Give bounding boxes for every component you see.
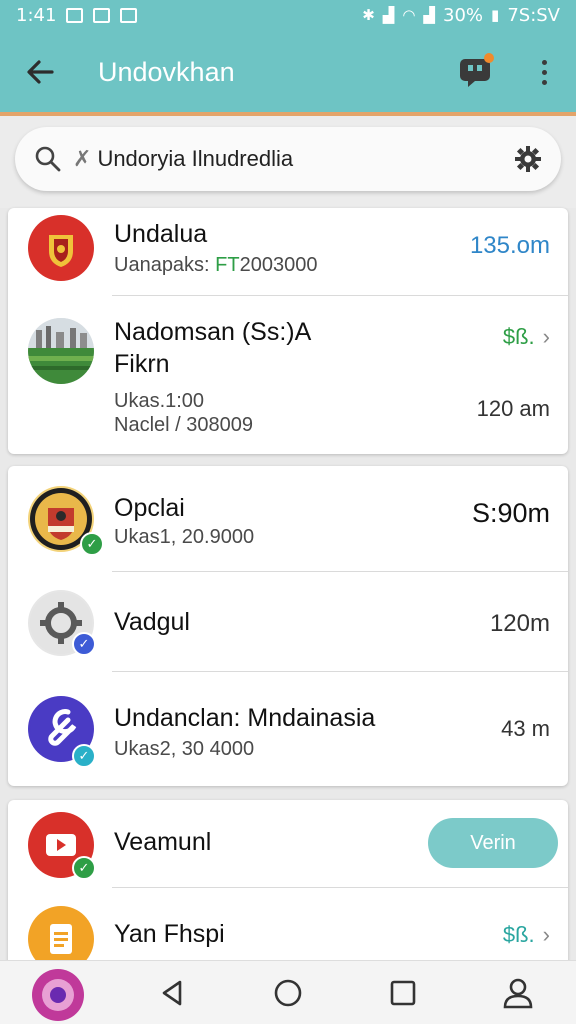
emblem-icon	[30, 217, 92, 279]
list-item[interactable]: ✓ Undanclan: Mndainasia Ukas2, 30 4000 4…	[8, 672, 568, 786]
results-card-1: Undalua Uanapaks: FT2003000 135.om Nadom…	[8, 208, 568, 454]
item-title: Veamunl	[114, 828, 212, 856]
item-title: Undalua	[114, 220, 208, 248]
status-time: 1:41	[16, 4, 57, 26]
view-button[interactable]: Verin	[428, 818, 558, 868]
item-value: S:90m	[471, 498, 550, 528]
app-launcher-button[interactable]	[28, 963, 88, 1023]
status-clock: 7S:SV	[507, 4, 560, 26]
verified-badge: ✓	[72, 744, 96, 768]
notification-dot	[484, 53, 494, 63]
nav-home-button[interactable]	[258, 963, 318, 1023]
search-input[interactable]: ✗ Undoryia Ilnudredlia	[73, 146, 293, 172]
nav-profile-button[interactable]	[488, 963, 548, 1023]
back-button[interactable]	[20, 52, 60, 92]
list-item[interactable]: ✓ Vadgul 120m	[8, 572, 568, 672]
status-bar: 1:41 ✱ ▟ ◠ ▟ 30% ▮ 7S:SV	[0, 0, 576, 30]
list-item[interactable]: ✓ Opclai Ukas1, 20.9000 S:90m	[8, 466, 568, 572]
list-item[interactable]: ✓ Veamunl Verin	[8, 800, 568, 888]
wifi-icon: ◠	[402, 6, 416, 24]
search-query: Undoryia Ilnudredlia	[97, 146, 294, 171]
item-price-tag: $ß. ›	[502, 922, 550, 947]
battery-level: 30%	[443, 4, 484, 26]
verified-badge: ✓	[72, 632, 96, 656]
back-icon	[162, 980, 182, 1005]
item-subtitle: Ukas2, 30 4000	[114, 738, 255, 760]
item-subtitle: Ukas.1:00	[114, 390, 205, 412]
list-item[interactable]: Nadomsan (Ss:)A Fikrn Ukas.1:00 Naclel /…	[8, 296, 568, 454]
item-subtitle: Uanapaks: FT2003000	[114, 254, 318, 276]
settings-icon[interactable]	[513, 144, 543, 174]
chevron-right-icon: ›	[542, 324, 550, 349]
nav-back-button[interactable]	[143, 963, 203, 1023]
item-title: Nadomsan (Ss:)A	[114, 318, 312, 346]
verified-badge: ✓	[72, 856, 96, 880]
search-area: ✗ Undoryia Ilnudredlia	[0, 116, 576, 208]
item-title: Opclai	[114, 494, 185, 522]
app-launcher-icon	[31, 968, 84, 1021]
list-item[interactable]: Yan Fhspi $ß. ›	[8, 888, 568, 970]
arrow-left-icon	[27, 60, 54, 84]
home-icon	[274, 979, 302, 1006]
cell-signal-icon: ▟	[423, 6, 436, 24]
item-subtitle: Ukas1, 20.9000	[114, 526, 255, 548]
item-title: Yan Fhspi	[114, 920, 225, 948]
bluetooth-icon: ✱	[362, 6, 375, 24]
signal-icon: ▟	[382, 6, 395, 24]
search-icon	[35, 146, 61, 172]
item-value: 43 m	[501, 716, 550, 741]
profile-icon	[504, 978, 533, 1008]
item-price-tag: $ß. ›	[502, 324, 550, 349]
notification-icon	[66, 7, 84, 23]
app-bar: Undovkhan	[0, 30, 576, 114]
list-item[interactable]: Undalua Uanapaks: FT2003000 135.om	[8, 208, 568, 296]
item-value: 120m	[489, 610, 550, 637]
avatar	[28, 215, 94, 281]
avatar	[28, 318, 94, 384]
item-subtitle-line2: Naclel / 308009	[114, 414, 253, 436]
search-box[interactable]: ✗ Undoryia Ilnudredlia	[15, 127, 561, 191]
chat-button[interactable]	[458, 53, 494, 89]
more-options-button[interactable]	[532, 55, 556, 89]
item-value: 120 am	[476, 396, 550, 421]
results-card-2: ✓ Opclai Ukas1, 20.9000 S:90m ✓ Vadgul 1…	[8, 466, 568, 786]
recents-icon	[390, 980, 416, 1005]
item-title-line2: Fikrn	[114, 350, 170, 378]
navigation-bar	[0, 960, 576, 1024]
app-title: Undovkhan	[98, 56, 235, 87]
message-icon	[93, 7, 111, 23]
battery-icon: ▮	[491, 6, 500, 24]
nav-recents-button[interactable]	[373, 963, 433, 1023]
clear-icon[interactable]: ✗	[73, 146, 91, 171]
results-card-3: ✓ Veamunl Verin Yan Fhspi $ß. ›	[8, 800, 568, 970]
landscape-photo	[28, 318, 94, 384]
verified-badge: ✓	[80, 532, 104, 556]
item-title: Vadgul	[114, 608, 190, 636]
chevron-right-icon: ›	[542, 922, 550, 947]
app-notification-icon	[120, 7, 138, 23]
item-value: 135.om	[469, 232, 550, 259]
item-title: Undanclan: Mndainasia	[114, 704, 376, 732]
